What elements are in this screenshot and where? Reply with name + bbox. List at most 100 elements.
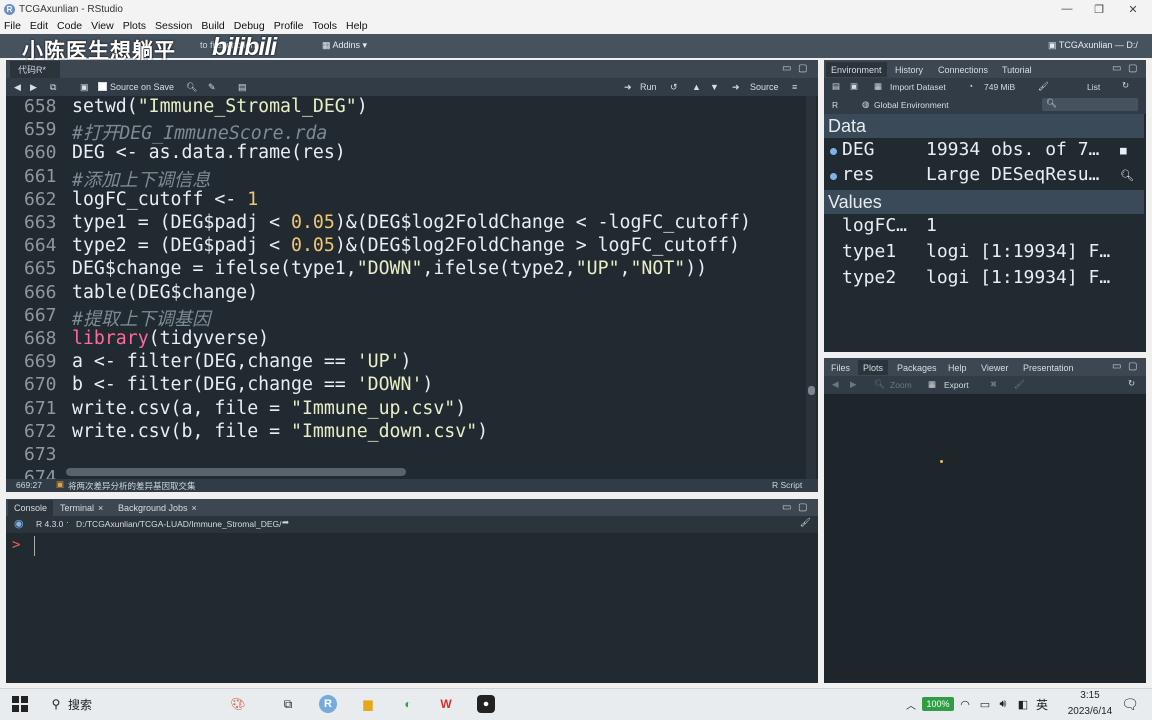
export-button[interactable]: Export <box>944 380 969 390</box>
env-row-type2[interactable]: type2 logi [1:19934] F… <box>824 267 1144 292</box>
compile-report-icon[interactable]: ▤ <box>238 82 247 93</box>
taskbar-search-box[interactable]: 搜索 <box>68 694 108 714</box>
task-view-icon[interactable]: ⧉ <box>278 694 298 714</box>
console-output[interactable] <box>6 533 818 683</box>
power-icon[interactable]: ◧ <box>1016 694 1030 714</box>
code-line[interactable]: a <- filter(DEG,change == 'UP') <box>72 351 411 372</box>
network-icon[interactable]: ▭ <box>978 694 992 714</box>
code-line[interactable]: library(tidyverse) <box>72 328 269 349</box>
scope-selector[interactable]: Global Environment <box>874 100 949 110</box>
minimize-console-icon[interactable]: ▭ <box>782 502 791 513</box>
tab-presentation[interactable]: Presentation <box>1018 360 1079 375</box>
outline-icon[interactable]: ≡ <box>792 82 797 92</box>
prev-plot-icon[interactable]: ◀ <box>832 379 839 390</box>
menu-help[interactable]: Help <box>346 20 368 32</box>
editor-tab-active[interactable]: 代码R* <box>10 61 60 78</box>
code-line[interactable]: b <- filter(DEG,change == 'DOWN') <box>72 374 433 395</box>
tab-help[interactable]: Help <box>943 360 972 375</box>
close-tab-icon[interactable]: × <box>98 503 103 513</box>
code-tools-icon[interactable]: ✎ <box>208 82 216 93</box>
go-up-icon[interactable]: ▲ <box>692 82 701 92</box>
back-arrow-icon[interactable]: ◀ <box>14 82 21 93</box>
source-button[interactable]: Source <box>750 82 779 92</box>
menu-tools[interactable]: Tools <box>312 20 337 32</box>
close-tab-icon[interactable]: × <box>192 503 197 513</box>
env-search-input[interactable]: 🔍︎ <box>1042 98 1138 111</box>
ime-indicator[interactable]: 英 <box>1034 694 1050 714</box>
language-selector[interactable]: R <box>832 100 838 110</box>
clear-console-icon[interactable]: 🖌︎ <box>800 517 811 528</box>
expand-dot-icon[interactable] <box>830 148 837 155</box>
env-row-logfc[interactable]: logFC… 1 <box>824 215 1144 240</box>
tab-plots[interactable]: Plots <box>858 360 889 375</box>
tab-viewer[interactable]: Viewer <box>976 360 1013 375</box>
tab-tutorial[interactable]: Tutorial <box>997 62 1037 77</box>
code-line[interactable]: type1 = (DEG$padj < 0.05)&(DEG$log2FoldC… <box>72 212 751 233</box>
maximize-pane-icon[interactable]: ▢ <box>798 63 807 74</box>
menu-profile[interactable]: Profile <box>274 20 304 32</box>
source-on-save-checkbox[interactable] <box>98 82 107 91</box>
tab-environment[interactable]: Environment <box>826 62 887 77</box>
run-button[interactable]: Run <box>640 82 657 92</box>
code-line[interactable]: setwd("Immune_Stromal_DEG") <box>72 96 368 117</box>
inspect-search-icon[interactable]: 🔍︎ <box>1120 169 1134 182</box>
menu-session[interactable]: Session <box>155 20 192 32</box>
open-icon[interactable]: ▤ <box>832 81 840 92</box>
addins-button[interactable]: ▦ Addins ▾ <box>322 40 367 51</box>
tray-expand-icon[interactable]: ︿ <box>904 694 918 714</box>
search-icon[interactable]: ⚲ <box>48 694 64 714</box>
import-dataset-button[interactable]: Import Dataset <box>890 82 946 92</box>
volume-icon[interactable]: 🔊︎ <box>996 694 1010 714</box>
tab-background-jobs[interactable]: Background Jobs × <box>112 500 203 516</box>
search-icon[interactable]: 🔍︎ <box>186 82 197 93</box>
minimize-icon[interactable]: — <box>1050 0 1084 18</box>
tab-packages[interactable]: Packages <box>892 360 942 375</box>
palette-widget-icon[interactable]: 🎨︎ <box>210 694 266 714</box>
clock-date[interactable]: 2023/6/14 <box>1060 706 1120 717</box>
goto-directory-icon[interactable]: ➦ <box>282 517 289 528</box>
show-in-window-icon[interactable]: ⧉ <box>50 82 56 93</box>
menu-edit[interactable]: Edit <box>30 20 48 32</box>
edge-browser-icon[interactable]: ◐ <box>398 694 418 714</box>
menu-build[interactable]: Build <box>201 20 224 32</box>
wps-office-icon[interactable]: W <box>436 694 456 714</box>
menu-view[interactable]: View <box>91 20 114 32</box>
code-line[interactable]: #添加上下调信息 <box>72 166 210 192</box>
menu-code[interactable]: Code <box>57 20 82 32</box>
clock-time[interactable]: 3:15 <box>1060 690 1120 701</box>
clear-env-icon[interactable]: 🖌︎ <box>1038 81 1049 92</box>
next-plot-icon[interactable]: ▶ <box>850 379 857 390</box>
editor-scroll-thumb[interactable] <box>808 386 815 395</box>
code-editor[interactable]: 658 setwd("Immune_Stromal_DEG") 659 #打开DEG_… <box>6 96 818 479</box>
menu-plots[interactable]: Plots <box>123 20 146 32</box>
tab-console[interactable]: Console <box>8 500 54 516</box>
list-view-button[interactable]: List <box>1087 82 1100 92</box>
wifi-icon[interactable]: ◠ <box>958 694 972 714</box>
minimize-files-icon[interactable]: ▭ <box>1112 361 1121 372</box>
windows-start-icon[interactable] <box>10 694 30 714</box>
menu-file[interactable]: File <box>4 20 21 32</box>
rerun-icon[interactable]: ↺ <box>670 82 678 93</box>
env-row-res[interactable]: res Large DESeqResu… 🔍︎ <box>824 164 1144 189</box>
battery-indicator[interactable]: 100% <box>922 697 954 711</box>
plot-viewer[interactable] <box>824 394 1146 683</box>
code-line[interactable]: #打开DEG_ImmuneScore.rda <box>72 119 327 145</box>
env-row-type1[interactable]: type1 logi [1:19934] F… <box>824 241 1144 266</box>
maximize-env-icon[interactable]: ▢ <box>1128 63 1137 74</box>
working-directory[interactable]: D:/TCGAxunlian/TCGA-LUAD/Immune_Stromal_… <box>76 519 281 529</box>
code-line[interactable]: write.csv(a, file = "Immune_up.csv") <box>72 398 466 419</box>
file-explorer-icon[interactable]: ▆ <box>358 694 378 714</box>
expand-dot-icon[interactable] <box>830 173 837 180</box>
code-line[interactable]: write.csv(b, file = "Immune_down.csv") <box>72 421 488 442</box>
maximize-files-icon[interactable]: ▢ <box>1128 361 1137 372</box>
code-line[interactable]: DEG$change = ifelse(type1,"DOWN",ifelse(… <box>72 258 707 279</box>
minimize-pane-icon[interactable]: ▭ <box>782 63 791 74</box>
section-label[interactable]: 将两次差异分析的差异基因取交集 <box>68 480 196 492</box>
tab-files[interactable]: Files <box>826 360 855 375</box>
project-button[interactable]: ▣ TCGAxunlian — D:/ <box>1048 40 1138 51</box>
forward-arrow-icon[interactable]: ▶ <box>30 82 37 93</box>
remove-plot-icon[interactable]: ✖ <box>990 379 997 390</box>
close-icon[interactable]: ✕ <box>1116 0 1150 18</box>
zoom-button[interactable]: Zoom <box>890 380 912 390</box>
editor-horizontal-scrollbar[interactable] <box>66 468 406 476</box>
